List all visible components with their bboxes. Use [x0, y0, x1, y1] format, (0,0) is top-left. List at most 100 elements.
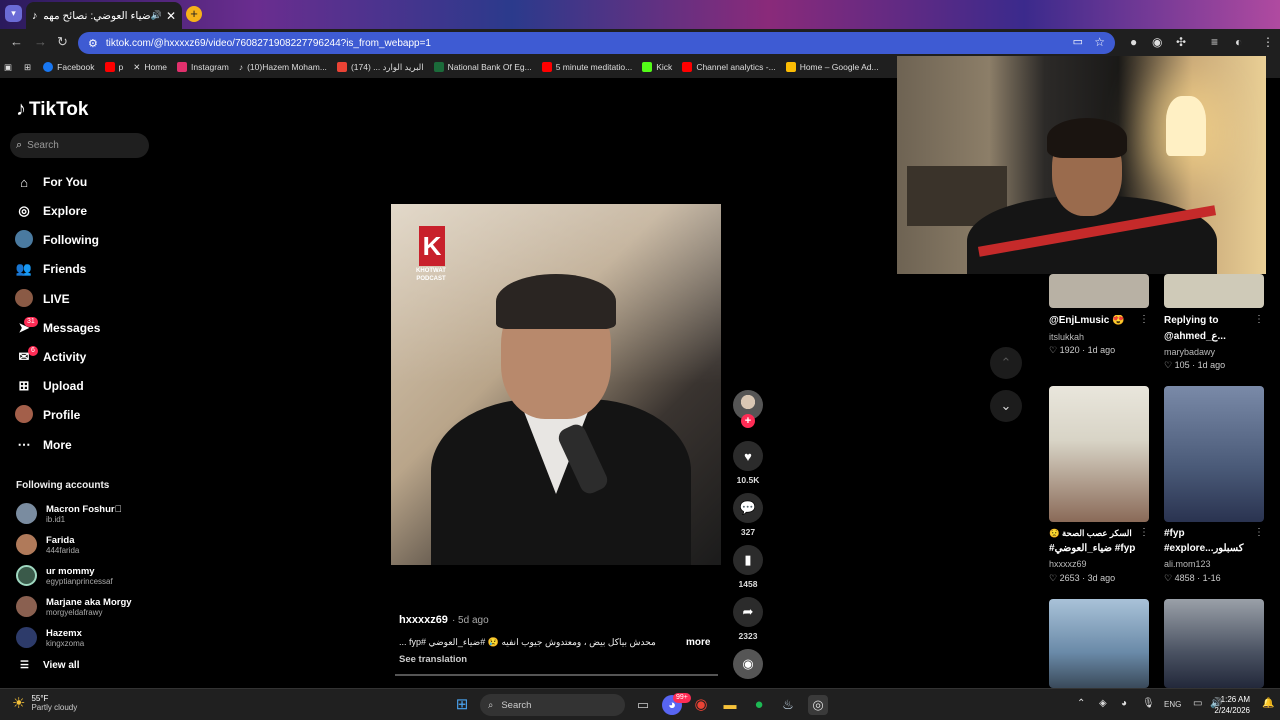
bookmark-tab-icon[interactable]: ▣ — [4, 62, 12, 73]
spotify-icon[interactable]: ● — [749, 695, 769, 715]
caption-more-button[interactable]: more — [686, 637, 710, 648]
suggestion-user[interactable]: ali.mom123 — [1164, 559, 1211, 569]
nav-activity[interactable]: ✉ Activity — [14, 347, 87, 367]
previous-video-button[interactable]: ⌃ — [990, 347, 1022, 379]
suggestion-title-line2[interactable]: @ahmed_ع... — [1164, 331, 1264, 342]
nav-for-you[interactable]: ⌂ For You — [14, 172, 87, 192]
suggestion-thumbnail[interactable] — [1049, 599, 1149, 688]
bookmark-p[interactable]: p — [104, 62, 123, 72]
comment-button[interactable]: 💬 327 — [733, 493, 763, 537]
nav-following[interactable]: Following — [14, 229, 99, 250]
suggestion-user[interactable]: marybadawy — [1164, 347, 1215, 357]
tray-app-icon[interactable]: ◈ — [1099, 698, 1107, 709]
bookmark-instagram[interactable]: Instagram — [177, 62, 229, 72]
extensions-puzzle-icon[interactable]: ✣ — [1176, 35, 1186, 49]
profile-avatar-icon[interactable]: ◐ — [1235, 35, 1242, 49]
following-account[interactable]: ur mommy egyptianprincessaf — [16, 565, 113, 586]
back-icon[interactable]: ← — [10, 34, 23, 49]
new-tab-button[interactable]: + — [186, 6, 202, 22]
share-button[interactable]: ➦ 2323 — [733, 597, 763, 641]
suggestion-title-line2[interactable]: #ضياء_العوضي #fyp — [1049, 543, 1149, 554]
next-video-button[interactable]: ⌄ — [990, 390, 1022, 422]
task-view-icon[interactable]: ▭ — [633, 695, 653, 715]
suggestion-menu-icon[interactable]: ⋮ — [1254, 314, 1264, 325]
suggestion-menu-icon[interactable]: ⋮ — [1139, 527, 1149, 538]
sound-disc-button[interactable]: ◉ — [733, 649, 763, 679]
suggestion-thumbnail[interactable] — [1049, 274, 1149, 308]
extension-icon[interactable]: ● — [1130, 35, 1137, 49]
weather-widget[interactable]: ☀ 55°F Partly cloudy — [12, 694, 77, 712]
following-account[interactable]: Hazemx kingxzoma — [16, 627, 84, 648]
bookmark-kick[interactable]: Kick — [642, 62, 672, 72]
nav-friends[interactable]: 👥 Friends — [14, 259, 86, 279]
like-button[interactable]: ♥ 10.5K — [733, 441, 763, 485]
bookmark-analytics[interactable]: Channel analytics -... — [682, 62, 776, 72]
notification-bell-icon[interactable]: 🔔 — [1262, 698, 1274, 709]
network-icon[interactable]: ▭ — [1193, 698, 1202, 709]
file-explorer-icon[interactable]: ▬ — [720, 695, 740, 715]
install-app-icon[interactable]: ▭ — [1073, 35, 1083, 48]
view-all-button[interactable]: ☰ View all — [20, 660, 79, 671]
suggestion-title[interactable]: #fyp — [1164, 528, 1264, 539]
nav-upload[interactable]: ⊞ Upload — [14, 376, 84, 396]
microphone-icon[interactable]: 🎙 — [1142, 698, 1155, 709]
bookmark-google-ads[interactable]: Home – Google Ad... — [785, 62, 879, 72]
windows-start-icon[interactable]: ⊞ — [452, 695, 472, 715]
bookmark-nbe[interactable]: National Bank Of Eg... — [433, 62, 532, 72]
address-bar[interactable]: ⚙ tiktok.com/@hxxxxz69/video/76082719082… — [78, 32, 1115, 54]
suggestion-user[interactable]: itslukkah — [1049, 332, 1084, 342]
suggestion-title[interactable]: السكر عصب الصحة 😟 — [1049, 528, 1149, 539]
bookmark-home-x[interactable]: ✕ Home — [133, 62, 167, 73]
media-control-icon[interactable]: ≡ — [1211, 35, 1218, 49]
tab-search-button[interactable]: ▾ — [5, 5, 22, 22]
following-account[interactable]: Farida 444farida — [16, 534, 79, 555]
nav-live[interactable]: LIVE — [14, 288, 70, 309]
bookmark-gmail[interactable]: (174) ... البريد الوارد — [336, 62, 424, 73]
suggestion-thumbnail[interactable] — [1164, 386, 1264, 522]
follow-plus-icon[interactable]: + — [741, 414, 755, 428]
suggestion-user[interactable]: hxxxxz69 — [1049, 559, 1087, 569]
suggestion-menu-icon[interactable]: ⋮ — [1254, 527, 1264, 538]
bookmark-star-icon[interactable]: ☆ — [1094, 35, 1105, 49]
chrome-icon[interactable]: ◉ — [691, 695, 711, 715]
save-button[interactable]: ▮ 1458 — [733, 545, 763, 589]
suggestion-menu-icon[interactable]: ⋮ — [1139, 314, 1149, 325]
suggestion-title-line2[interactable]: #explore...كسبلور — [1164, 543, 1264, 554]
extension-icon-2[interactable]: ◉ — [1152, 35, 1162, 49]
bookmark-tiktok-profile[interactable]: ♪ (10)Hazem Moham... — [239, 62, 327, 72]
obs-icon[interactable]: ◎ — [808, 695, 828, 715]
active-tab[interactable]: ♪ ضياء العوضي: نصائح مهمة ... 🔊 ✕ — [26, 2, 182, 29]
forward-icon[interactable]: → — [34, 34, 47, 49]
following-account[interactable]: Marjane aka Morgy morgyeldafrawy — [16, 596, 132, 617]
site-info-icon[interactable]: ⚙ — [88, 37, 98, 50]
nav-label: Upload — [43, 379, 84, 393]
following-account[interactable]: Macron Foshur🏽 ib.id1 — [16, 503, 122, 524]
menu-dots-icon[interactable]: ⋮ — [1262, 35, 1274, 49]
nav-more[interactable]: ⋯ More — [14, 435, 72, 455]
bookmark-meditation[interactable]: 5 minute meditatio... — [541, 62, 632, 72]
suggestion-thumbnail[interactable] — [1164, 599, 1264, 688]
audio-icon[interactable]: 🔊 — [151, 10, 162, 21]
video-author[interactable]: hxxxxz69 · 5d ago — [399, 614, 489, 626]
suggestion-thumbnail[interactable] — [1164, 274, 1264, 308]
bookmark-facebook[interactable]: Facebook — [43, 62, 95, 72]
search-input[interactable]: ⌕ Search — [10, 133, 149, 158]
video-player[interactable]: K KHOTWAT PODCAST — [391, 204, 721, 565]
nav-explore[interactable]: ◎ Explore — [14, 201, 87, 221]
language-indicator[interactable]: ENG — [1164, 700, 1181, 709]
system-clock[interactable]: 1:26 AM 2/24/2026 — [1214, 694, 1250, 716]
tray-discord-icon[interactable]: ◕ — [1121, 698, 1127, 709]
close-tab-icon[interactable]: ✕ — [166, 9, 176, 23]
reload-icon[interactable]: ↻ — [57, 34, 68, 50]
tiktok-logo[interactable]: ♪ TikTok — [16, 98, 88, 121]
video-progress-bar[interactable] — [395, 674, 718, 676]
steam-icon[interactable]: ♨ — [778, 695, 798, 715]
taskbar-search[interactable]: ⌕ Search — [480, 694, 625, 716]
nav-profile[interactable]: Profile — [14, 404, 80, 425]
suggestion-title[interactable]: Replying to — [1164, 315, 1264, 326]
tray-overflow-icon[interactable]: ⌃ — [1077, 698, 1085, 709]
suggestion-thumbnail[interactable] — [1049, 386, 1149, 522]
see-translation-link[interactable]: See translation — [399, 654, 467, 665]
apps-grid-icon[interactable]: ⊞ — [24, 62, 31, 73]
suggestion-title[interactable]: @EnjLmusic 😍 — [1049, 315, 1149, 326]
